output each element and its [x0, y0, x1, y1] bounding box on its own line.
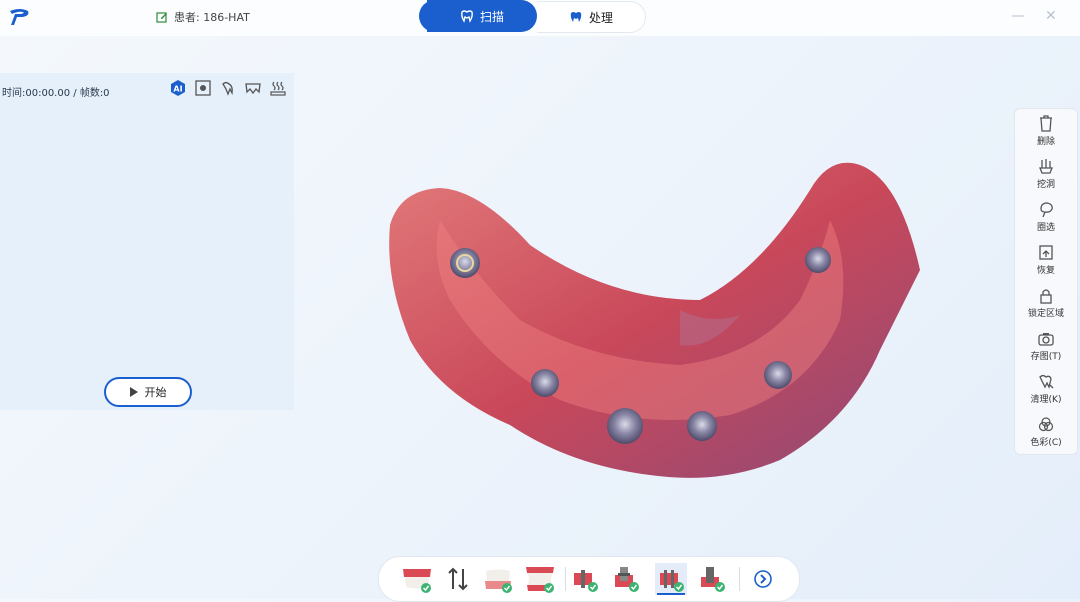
- save-image-button[interactable]: 存图(T): [1015, 330, 1077, 362]
- tooth-scan-icon: [461, 10, 473, 23]
- lasso-label: 圈选: [1036, 223, 1055, 233]
- lasso-button[interactable]: 圈选: [1015, 201, 1077, 233]
- restore-button[interactable]: 恢复: [1015, 244, 1077, 276]
- side-toolbar: 删除 挖洞 圈选 恢复 锁定区域 存图(T) 清理(K) 色彩(C): [1014, 108, 1078, 455]
- implant-post-1: [450, 248, 480, 278]
- tab-scan[interactable]: 扫描: [419, 0, 537, 32]
- svg-text:AI: AI: [173, 85, 182, 94]
- clean-label: 清理(K): [1030, 395, 1062, 405]
- scanbody-lower-icon[interactable]: [655, 563, 687, 595]
- lock-region-label: 锁定区域: [1027, 309, 1064, 319]
- minimize-button[interactable]: —: [1011, 8, 1025, 24]
- lasso-icon: [1040, 202, 1053, 218]
- clean-button[interactable]: 清理(K): [1015, 373, 1077, 405]
- step-separator: [565, 567, 566, 591]
- focus-icon[interactable]: [195, 80, 211, 96]
- mode-tabs: 扫描 处理: [419, 0, 647, 33]
- app-logo: [10, 9, 29, 25]
- start-label: 开始: [144, 386, 167, 399]
- lock-icon: [1040, 289, 1052, 304]
- implant-post-2: [531, 369, 559, 397]
- save-image-label: 存图(T): [1030, 352, 1062, 362]
- teeth-icon[interactable]: [245, 80, 261, 96]
- lock-region-button[interactable]: 锁定区域: [1015, 287, 1077, 319]
- implant-post-5: [764, 361, 792, 389]
- delete-label: 删除: [1036, 137, 1055, 147]
- tooth-process-icon: [570, 12, 582, 22]
- tooth-icon[interactable]: [220, 80, 236, 96]
- implant-post-6: [805, 247, 831, 273]
- scan-step-bar: [378, 556, 800, 602]
- scan-status: 时间:00:00.00 / 帧数:0: [2, 88, 110, 99]
- start-scan-button[interactable]: 开始: [104, 377, 192, 407]
- clean-icon: [1039, 374, 1054, 389]
- patient-label: 患者: 186-HAT: [174, 11, 250, 24]
- delete-button[interactable]: 删除: [1015, 115, 1077, 147]
- tab-scan-label: 扫描: [479, 9, 504, 24]
- upper-jaw-icon[interactable]: [401, 563, 433, 595]
- scanbody-upper-icon[interactable]: [569, 563, 601, 595]
- color-label: 色彩(C): [1030, 438, 1062, 448]
- scanbody-post-icon[interactable]: [610, 563, 642, 595]
- heater-icon[interactable]: [270, 80, 286, 96]
- tab-process-label: 处理: [588, 10, 613, 25]
- patient-info[interactable]: 患者: 186-HAT: [156, 9, 250, 25]
- edit-icon[interactable]: [156, 11, 168, 23]
- lower-jaw-icon[interactable]: [482, 563, 514, 595]
- ai-icon[interactable]: AI: [170, 80, 186, 96]
- camera-icon: [1038, 333, 1054, 346]
- play-icon: [129, 387, 138, 397]
- restore-label: 恢复: [1036, 266, 1055, 276]
- dig-button[interactable]: 挖洞: [1015, 158, 1077, 190]
- scan-preview-panel: [0, 73, 294, 410]
- dig-label: 挖洞: [1036, 180, 1055, 190]
- dig-icon: [1039, 159, 1053, 174]
- close-button[interactable]: ✕: [1045, 8, 1057, 24]
- bite-icon[interactable]: [524, 563, 556, 595]
- restore-icon: [1039, 245, 1053, 260]
- implant-post-4: [687, 411, 717, 441]
- scanbody-mixed-icon[interactable]: [696, 563, 728, 595]
- step-separator: [739, 567, 740, 591]
- tab-process[interactable]: 处理: [537, 1, 646, 33]
- scan-toolbar: AI: [170, 80, 286, 96]
- trash-icon: [1040, 115, 1052, 132]
- next-arrow-icon[interactable]: [747, 563, 779, 595]
- scan-model-viewport[interactable]: [380, 150, 925, 490]
- color-icon: [1038, 417, 1054, 432]
- swap-icon[interactable]: [442, 563, 474, 595]
- title-bar: 患者: 186-HAT 扫描 处理 — ✕: [0, 0, 1080, 36]
- color-button[interactable]: 色彩(C): [1015, 416, 1077, 448]
- implant-post-3: [607, 408, 643, 444]
